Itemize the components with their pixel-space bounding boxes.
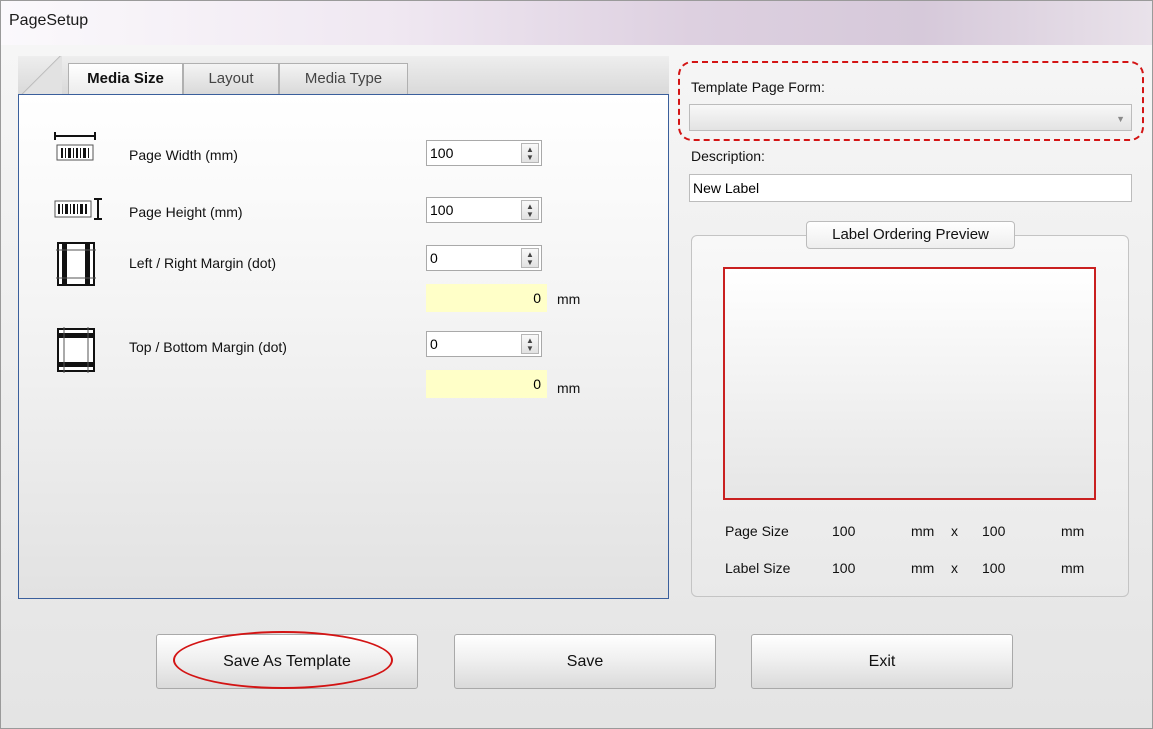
title-bar[interactable]: PageSetup	[1, 1, 1152, 45]
exit-button[interactable]: Exit	[751, 634, 1013, 689]
top-bottom-margin-mm-value: 0	[533, 376, 541, 392]
page-setup-window: PageSetup Media Size Layout Media Type P…	[0, 0, 1153, 729]
page-height-stepper[interactable]: ▲ ▼	[521, 200, 539, 220]
page-width-stepper[interactable]: ▲ ▼	[521, 143, 539, 163]
left-right-margin-label: Left / Right Margin (dot)	[129, 255, 277, 271]
left-right-margin-stepper[interactable]: ▲ ▼	[521, 248, 539, 268]
label-size-height-unit: mm	[1061, 560, 1085, 576]
top-bottom-margin-mm-unit: mm	[557, 380, 581, 396]
page-size-width: 100	[832, 523, 856, 539]
left-right-margin-mm-value: 0	[533, 290, 541, 306]
save-as-template-button[interactable]: Save As Template	[156, 634, 418, 689]
template-page-form-select[interactable]: ▼	[689, 104, 1132, 131]
left-right-margin-spinner[interactable]: 0 ▲ ▼	[426, 245, 542, 271]
description-field[interactable]	[689, 174, 1132, 202]
left-right-margin-mm-field: 0	[426, 284, 547, 312]
label-preview-canvas	[723, 267, 1096, 500]
page-width-spinner[interactable]: 100 ▲ ▼	[426, 140, 542, 166]
page-size-width-unit: mm	[911, 523, 935, 539]
page-size-times: x	[951, 523, 958, 539]
page-size-height-unit: mm	[1061, 523, 1085, 539]
top-bottom-margin-icon	[57, 327, 95, 373]
page-size-height: 100	[982, 523, 1006, 539]
page-width-icon	[54, 132, 96, 161]
page-size-label: Page Size	[725, 523, 789, 539]
left-right-margin-icon	[56, 242, 96, 286]
description-label: Description:	[691, 148, 765, 164]
label-size-width-unit: mm	[911, 560, 935, 576]
page-height-label: Page Height (mm)	[129, 204, 243, 220]
page-width-value[interactable]: 100	[430, 145, 453, 161]
tab-strip: Media Size Layout Media Type	[18, 56, 669, 96]
description-input[interactable]	[693, 180, 1113, 196]
page-height-value[interactable]: 100	[430, 202, 453, 218]
tab-layout[interactable]: Layout	[183, 63, 279, 94]
save-button[interactable]: Save	[454, 634, 716, 689]
top-bottom-margin-mm-field: 0	[426, 370, 547, 398]
top-bottom-margin-stepper[interactable]: ▲ ▼	[521, 334, 539, 354]
window-title: PageSetup	[9, 12, 89, 29]
label-size-height: 100	[982, 560, 1006, 576]
page-width-label: Page Width (mm)	[129, 147, 238, 163]
top-bottom-margin-label: Top / Bottom Margin (dot)	[129, 339, 287, 355]
template-page-form-label: Template Page Form:	[691, 79, 825, 95]
label-ordering-preview-title: Label Ordering Preview	[806, 221, 1015, 249]
page-height-icon	[54, 198, 102, 220]
left-right-margin-value[interactable]: 0	[430, 250, 438, 266]
top-bottom-margin-spinner[interactable]: 0 ▲ ▼	[426, 331, 542, 357]
label-size-times: x	[951, 560, 958, 576]
media-size-panel	[18, 94, 669, 599]
page-height-spinner[interactable]: 100 ▲ ▼	[426, 197, 542, 223]
tab-media-size[interactable]: Media Size	[68, 63, 183, 94]
label-size-label: Label Size	[725, 560, 791, 576]
left-right-margin-mm-unit: mm	[557, 291, 581, 307]
chevron-down-icon[interactable]: ▼	[1116, 114, 1125, 124]
top-bottom-margin-value[interactable]: 0	[430, 336, 438, 352]
label-size-width: 100	[832, 560, 856, 576]
tab-media-type[interactable]: Media Type	[279, 63, 408, 94]
